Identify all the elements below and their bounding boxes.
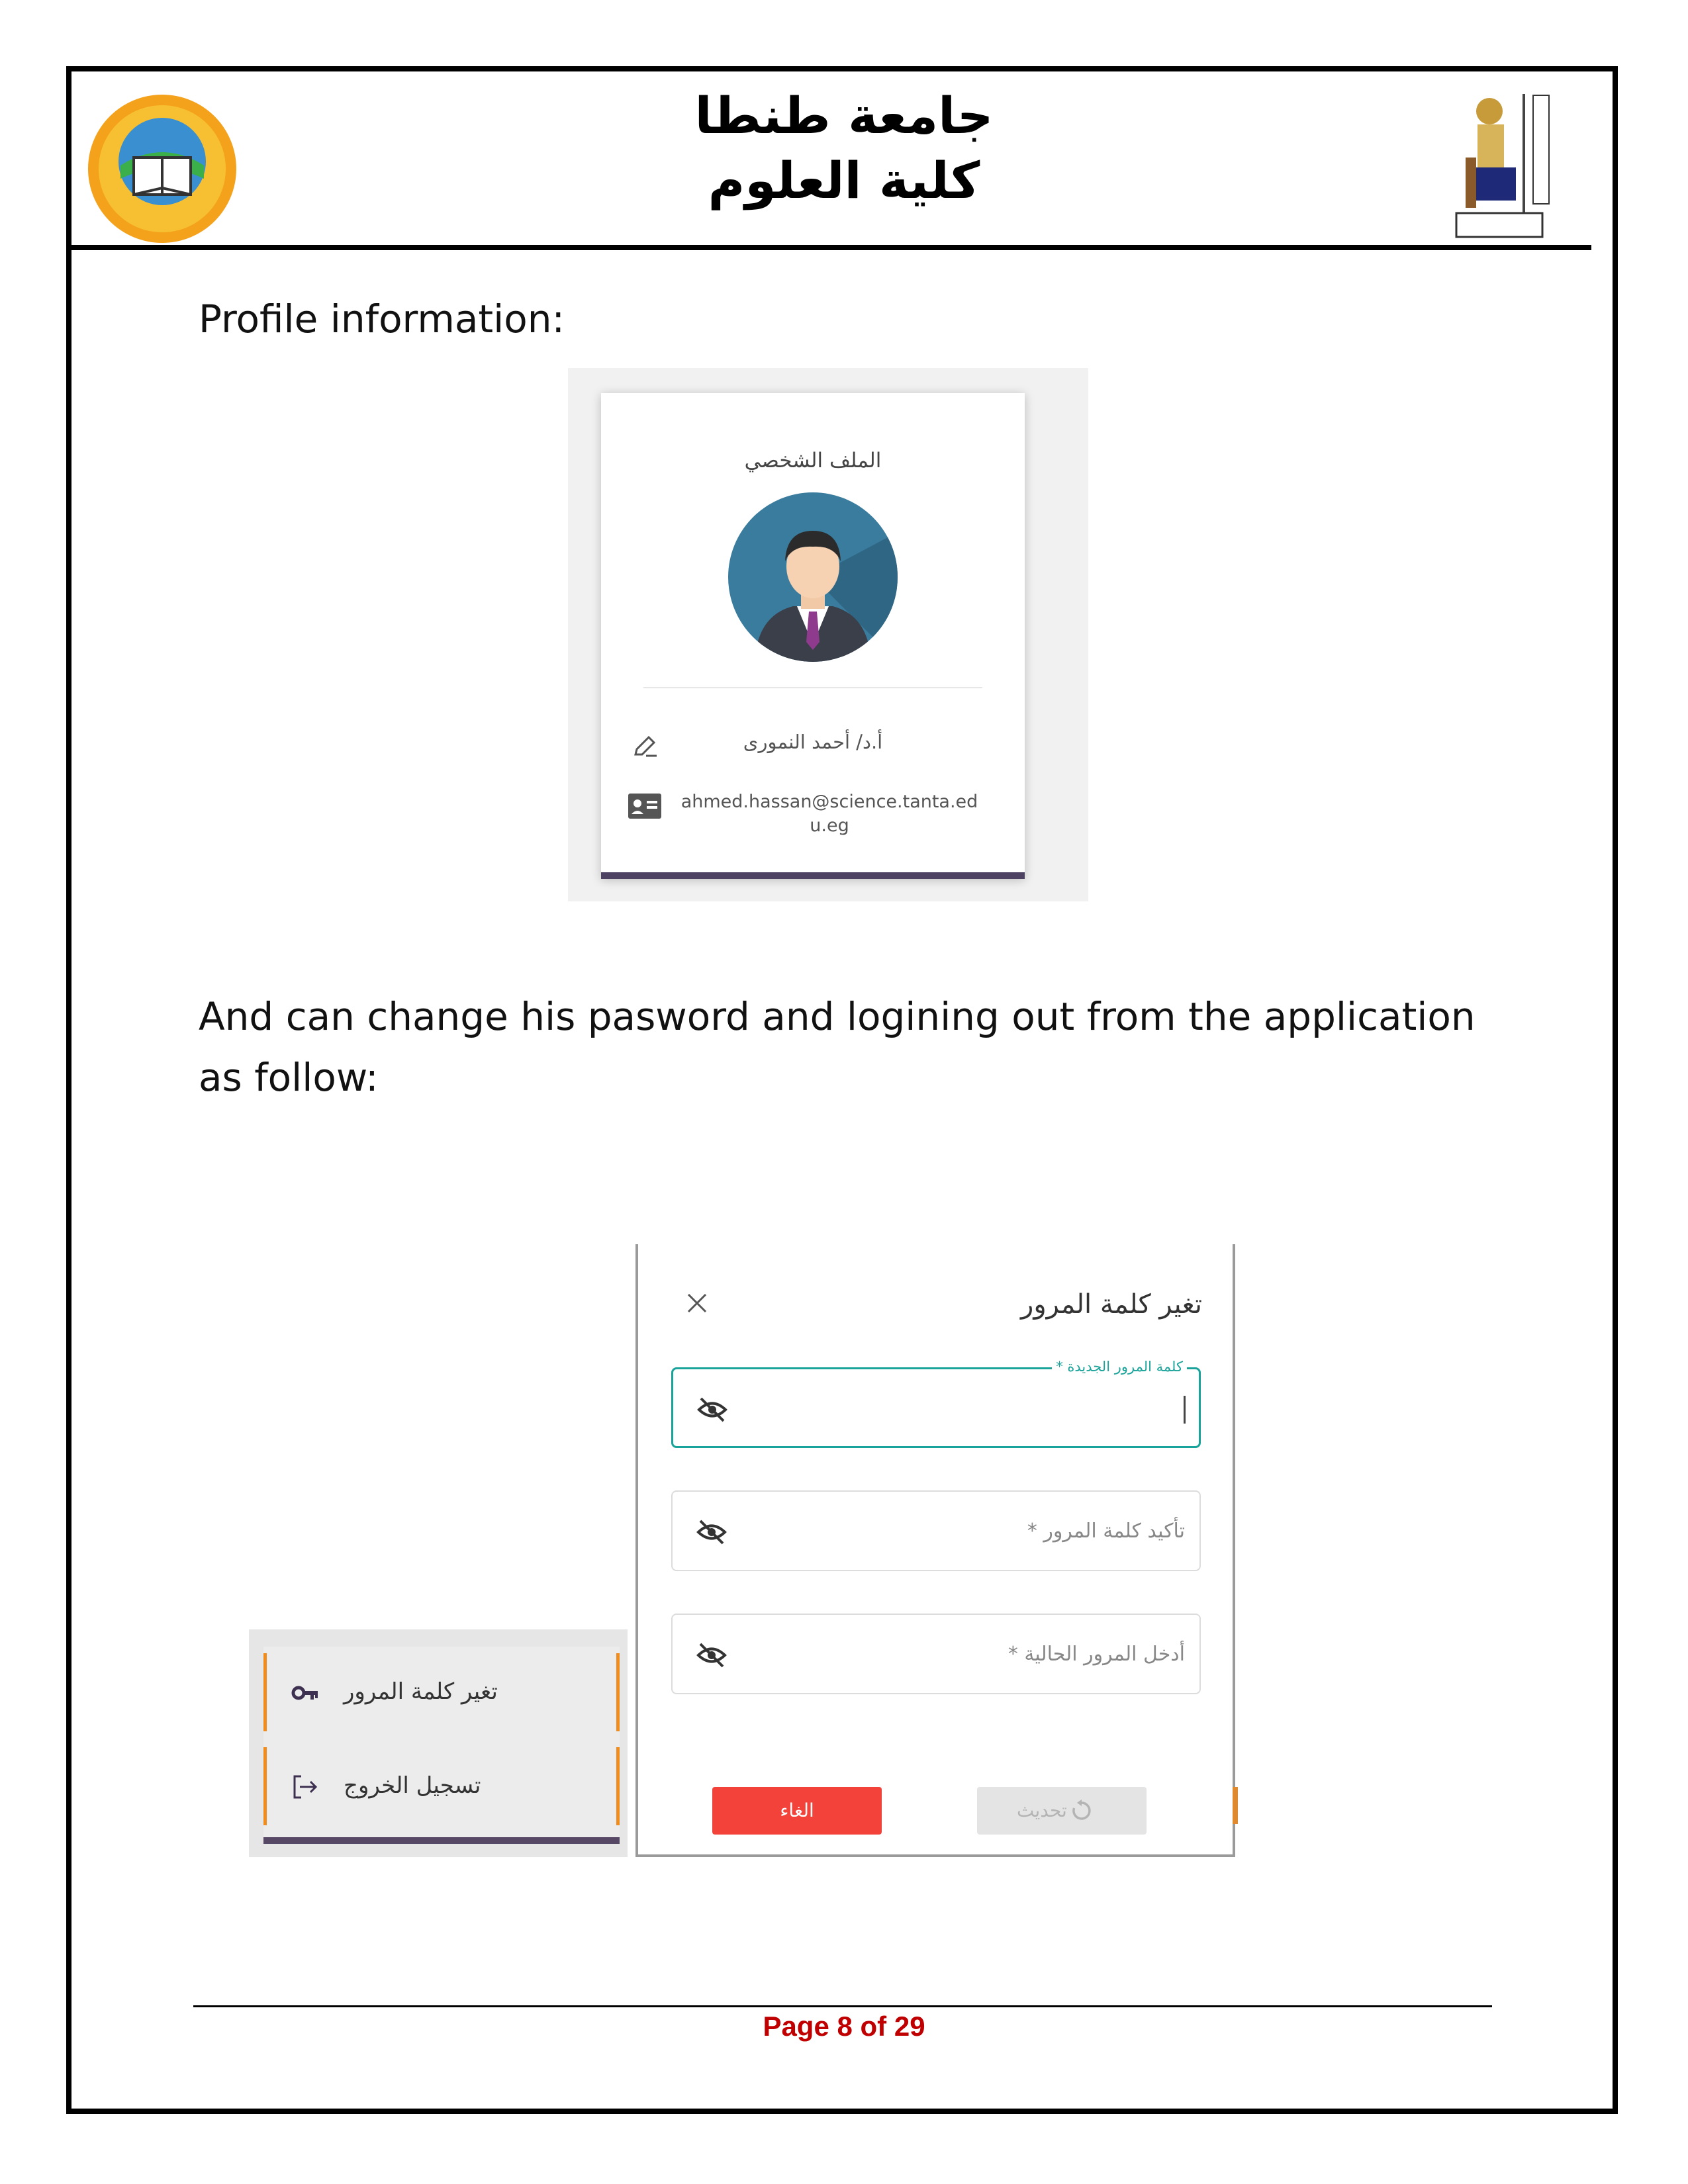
cancel-button[interactable]: الغاء — [712, 1787, 882, 1835]
profile-screenshot: الملف الشخصي أ.د/ أحمد النمورى ahmed.has… — [568, 368, 1088, 901]
faculty-name: كلية العلوم — [708, 151, 980, 210]
profile-email: ahmed.hassan@science.tanta.edu.eg — [680, 792, 978, 836]
logout-icon — [293, 1775, 318, 1799]
id-card-icon — [628, 794, 661, 819]
user-menu: تغير كلمة المرور تسجيل الخروج — [263, 1647, 620, 1844]
key-icon — [291, 1686, 318, 1700]
change-password-dialog: تغير كلمة المرور كلمة المرور الجديدة * ت… — [635, 1244, 1235, 1857]
current-password-placeholder: أدخل المرور الحالية * — [1008, 1643, 1185, 1666]
new-password-field[interactable]: كلمة المرور الجديدة * — [671, 1359, 1201, 1448]
profile-name: أ.د/ أحمد النمورى — [743, 731, 883, 753]
update-button[interactable]: تحديث — [977, 1787, 1147, 1835]
change-password-text: And can change his pasword and logining … — [199, 994, 1476, 1100]
menu-item-label: تغير كلمة المرور — [344, 1678, 498, 1705]
profile-card: الملف الشخصي أ.د/ أحمد النمورى ahmed.has… — [601, 393, 1025, 879]
menu-item-logout[interactable]: تسجيل الخروج — [263, 1747, 620, 1825]
page-number: Page 8 of 29 — [763, 2011, 925, 2042]
current-password-field[interactable]: أدخل المرور الحالية * — [671, 1614, 1201, 1694]
update-button-label: تحديث — [1017, 1799, 1067, 1821]
new-password-label: كلمة المرور الجديدة * — [1052, 1359, 1187, 1375]
profile-title: الملف الشخصي — [744, 449, 882, 473]
eye-off-icon[interactable] — [696, 1641, 727, 1669]
refresh-icon — [1072, 1799, 1091, 1820]
menu-item-change-password[interactable]: تغير كلمة المرور — [263, 1653, 620, 1731]
university-name: جامعة طنطا — [694, 86, 994, 145]
user-menu-screenshot: تغير كلمة المرور تسجيل الخروج — [249, 1629, 628, 1857]
close-icon[interactable] — [686, 1292, 708, 1314]
profile-heading: Profile information: — [199, 296, 565, 341]
confirm-password-field[interactable]: تأكيد كلمة المرور * — [671, 1490, 1201, 1571]
background-edge — [1233, 1787, 1238, 1824]
eye-off-icon[interactable] — [696, 1518, 727, 1546]
footer-divider — [193, 2005, 1492, 2007]
user-avatar-icon — [728, 492, 898, 662]
header-divider — [71, 245, 1591, 250]
menu-item-label: تسجيل الخروج — [344, 1772, 481, 1799]
confirm-password-placeholder: تأكيد كلمة المرور * — [1027, 1520, 1185, 1543]
profile-divider — [643, 687, 982, 688]
eye-off-icon[interactable] — [697, 1396, 727, 1424]
dialog-title: تغير كلمة المرور — [1021, 1289, 1202, 1320]
text-cursor — [1184, 1396, 1186, 1424]
